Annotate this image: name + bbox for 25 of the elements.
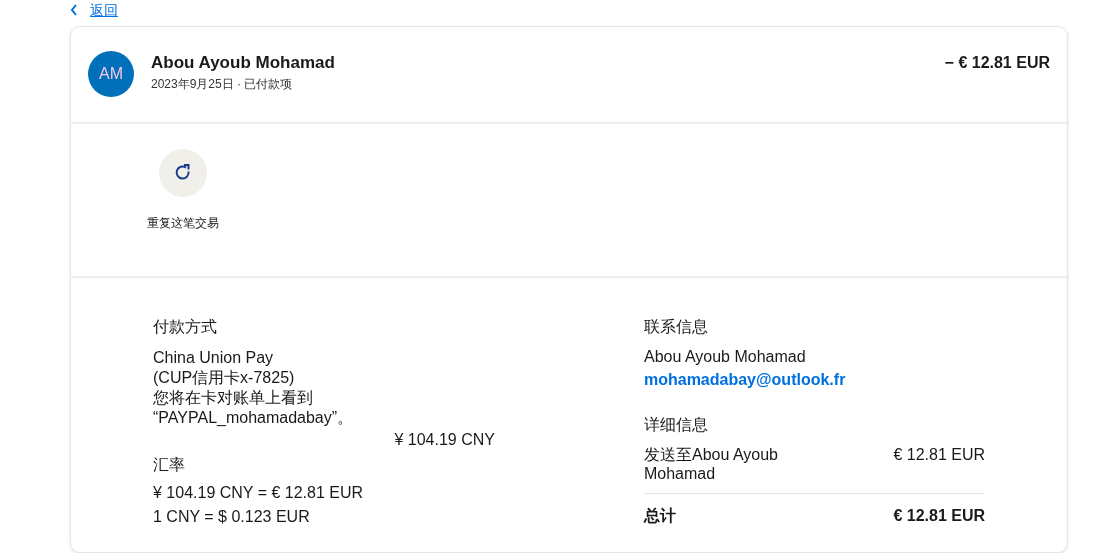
transaction-date-status: 2023年9月25日 · 已付款项 — [151, 76, 294, 93]
refresh-icon — [159, 149, 207, 197]
total-label: 总计 — [643, 506, 677, 525]
back-link[interactable]: 返回 — [90, 1, 118, 19]
avatar: AM — [88, 51, 134, 97]
section-heading: 联系信息 — [643, 317, 709, 337]
payee-name: Abou Ayoub Mohamad — [151, 52, 335, 74]
total-amount: € 12.81 EUR — [893, 506, 985, 525]
back-chevron-icon[interactable] — [70, 4, 78, 16]
payment-method-text: China Union Pay — [153, 348, 275, 368]
payment-amount: ¥ 104.19 CNY — [394, 430, 495, 450]
payment-method-text: “PAYPAL_mohamadabay”。 — [153, 408, 355, 428]
section-heading: 汇率 — [153, 455, 186, 475]
transaction-amount: − € 12.81 EUR — [944, 53, 1050, 73]
section-heading: 付款方式 — [153, 317, 218, 337]
contact-name: Abou Ayoub Mohamad — [643, 347, 807, 367]
exchange-rate-text: ¥ 104.19 CNY = € 12.81 EUR — [153, 483, 365, 503]
payment-method-text: (CUP信用卡x-7825) — [153, 368, 296, 388]
section-heading: 详细信息 — [643, 415, 709, 435]
email-link[interactable]: mohamadabay@outlook.fr — [643, 368, 846, 392]
repeat-transaction-button[interactable]: 重复这笔交易 — [146, 149, 220, 276]
payment-method-text: 您将在卡对账单上看到 — [153, 388, 314, 408]
detail-amount: € 12.81 EUR — [893, 445, 985, 464]
exchange-rate-text: 1 CNY = $ 0.123 EUR — [153, 507, 311, 527]
detail-label: 发送至Abou Ayoub Mohamad — [643, 445, 779, 483]
